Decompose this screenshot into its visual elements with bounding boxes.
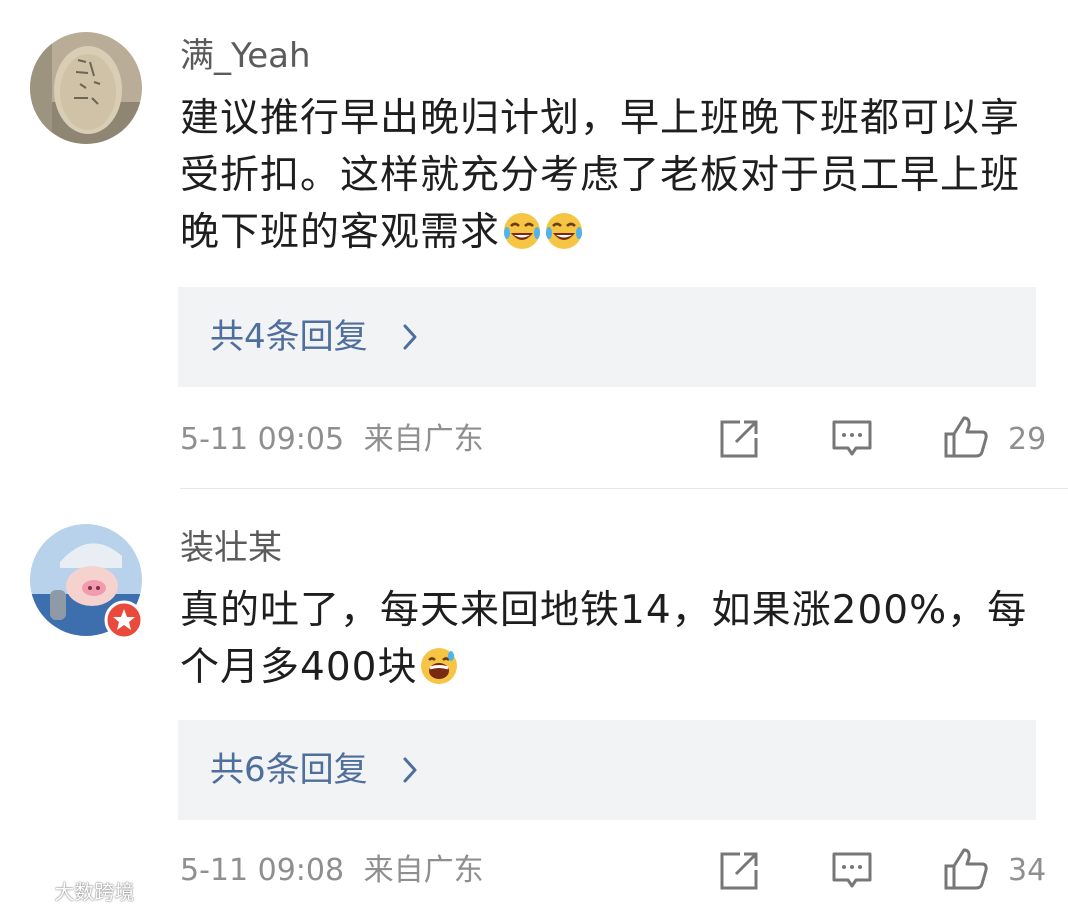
watermark-text: 大数跨境: [54, 880, 135, 904]
like-icon[interactable]: [942, 846, 990, 896]
verified-badge-icon: [104, 600, 144, 644]
replies-label: 共6条回复: [210, 750, 368, 790]
avatar[interactable]: [30, 32, 142, 144]
comment-meta: 5-11 09:05 来自广东: [180, 420, 484, 460]
replies-label: 共4条回复: [210, 317, 368, 357]
comment-time: 5-11 09:05: [180, 422, 345, 457]
chevron-right-icon: [402, 756, 418, 788]
like-icon[interactable]: [942, 414, 990, 464]
share-icon[interactable]: [718, 850, 760, 896]
chevron-right-icon: [402, 323, 418, 355]
comment-text: 真的吐了，每天来回地铁14，如果涨200%，每个月多400块: [180, 582, 1040, 702]
comment-text-body: 真的吐了，每天来回地铁14，如果涨200%，每个月多400块: [180, 588, 1028, 690]
comment-location: 来自广东: [363, 422, 484, 457]
comment-icon[interactable]: [830, 850, 874, 896]
comment-icon[interactable]: [830, 418, 874, 464]
username[interactable]: 满_Yeah: [180, 34, 311, 78]
comment-time: 5-11 09:08: [180, 853, 345, 888]
grinning-sweat-emoji: [419, 645, 459, 702]
watermark-logo-icon: [8, 880, 54, 904]
comment-location: 来自广东: [363, 853, 484, 888]
comment-item: 满_Yeah 建议推行早出晚归计划，早上班晚下班都可以享受折扣。这样就充分考虑了…: [0, 0, 1068, 488]
username[interactable]: 装壮某: [180, 526, 282, 570]
share-icon[interactable]: [718, 418, 760, 464]
replies-link[interactable]: 共6条回复: [178, 720, 1036, 820]
tears-of-joy-emoji: [502, 210, 542, 267]
comment-item: 装壮某 真的吐了，每天来回地铁14，如果涨200%，每个月多400块 共6条回复…: [0, 488, 1068, 913]
like-count: 34: [1008, 853, 1047, 888]
tears-of-joy-emoji: [544, 210, 584, 267]
comment-text-body: 建议推行早出晚归计划，早上班晚下班都可以享受折扣。这样就充分考虑了老板对于员工早…: [180, 96, 1021, 255]
comment-meta: 5-11 09:08 来自广东: [180, 851, 484, 891]
like-count: 29: [1008, 422, 1047, 457]
watermark: 大数跨境: [8, 876, 134, 905]
comment-text: 建议推行早出晚归计划，早上班晚下班都可以享受折扣。这样就充分考虑了老板对于员工早…: [180, 90, 1040, 267]
replies-link[interactable]: 共4条回复: [178, 287, 1036, 387]
